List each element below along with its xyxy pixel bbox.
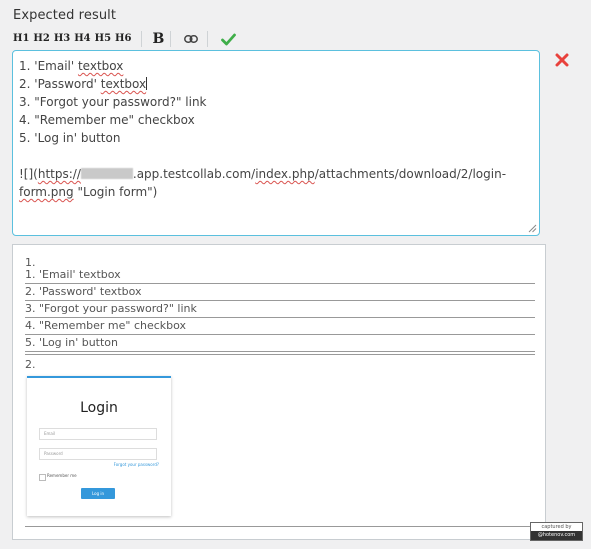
editor-text: "Login form"): [73, 185, 158, 199]
editor-line: 4. "Remember me" checkbox: [19, 113, 195, 127]
link-icon[interactable]: [181, 29, 201, 49]
login-form-image: Login Email Password Forgot your passwor…: [27, 376, 171, 516]
resize-handle-icon[interactable]: [528, 224, 537, 233]
editor-blank-line: [19, 147, 533, 165]
preview-list-item: 3. "Forgot your password?" link: [25, 301, 535, 318]
image-email-field: Email: [39, 428, 157, 440]
editor-line: form.png "Login form"): [19, 183, 533, 201]
watermark-site: @hotenov.com: [531, 531, 582, 540]
bold-button[interactable]: B: [152, 29, 164, 49]
watermark: captured by @hotenov.com: [530, 522, 583, 541]
editor-text: 2. 'Password': [19, 77, 101, 91]
image-remember-label: Remember me: [47, 473, 77, 478]
heading-3-button[interactable]: H3: [54, 29, 70, 49]
toolbar-divider: [170, 31, 172, 47]
editor-text: 1. 'Email': [19, 59, 78, 73]
list-number: 2.: [25, 358, 36, 371]
toolbar-divider: [207, 31, 209, 47]
markdown-textarea[interactable]: 1. 'Email' textbox 2. 'Password' textbox…: [12, 50, 540, 236]
preview-list-item: 1. 'Email' textbox: [25, 267, 535, 284]
misspelled-word: form.png: [19, 185, 74, 199]
editor-line: 2. 'Password' textbox: [19, 75, 533, 93]
section-title: Expected result: [13, 8, 117, 23]
misspelled-word: textbox: [100, 77, 147, 91]
editor-line: 1. 'Email' textbox: [19, 57, 533, 75]
divider: [25, 526, 535, 527]
check-icon[interactable]: [218, 29, 238, 49]
image-login-title: Login: [80, 400, 118, 416]
close-icon[interactable]: [555, 53, 569, 67]
misspelled-word: index.php: [255, 167, 315, 181]
markdown-preview: 1. 1. 'Email' textbox 2. 'Password' text…: [12, 244, 546, 540]
heading-4-button[interactable]: H4: [74, 29, 90, 49]
heading-2-button[interactable]: H2: [33, 29, 49, 49]
editor-line: 5. 'Log in' button: [19, 131, 121, 145]
editor-text: /attachments/download/2/login-: [314, 167, 507, 181]
editor-line: 3. "Forgot your password?" link: [19, 95, 207, 109]
editor-text: .app.testcollab.com/: [132, 167, 256, 181]
redacted-text: [80, 168, 133, 179]
text-cursor: [146, 77, 148, 90]
heading-6-button[interactable]: H6: [115, 29, 131, 49]
image-login-button: Log in: [81, 488, 115, 499]
misspelled-word: textbox: [77, 59, 124, 73]
preview-list-item: 5. 'Log in' button: [25, 335, 535, 352]
image-remember-checkbox: [39, 474, 46, 481]
heading-1-button[interactable]: H1: [13, 29, 29, 49]
editor-text: ![](: [19, 167, 38, 181]
preview-list-item: 4. "Remember me" checkbox: [25, 318, 535, 335]
image-password-field: Password: [39, 448, 157, 460]
toolbar-divider: [141, 31, 143, 47]
heading-5-button[interactable]: H5: [95, 29, 111, 49]
preview-list-item: 2. 'Password' textbox: [25, 284, 535, 301]
markdown-toolbar: H1 H2 H3 H4 H5 H6 B: [13, 29, 238, 49]
divider: [25, 354, 535, 355]
image-forgot-link: Forgot your password?: [113, 462, 159, 467]
watermark-caption: captured by: [541, 524, 572, 530]
editor-line: ![](https:// .app.testcollab.com/index.ph…: [19, 165, 533, 183]
misspelled-word: https://: [37, 167, 81, 181]
